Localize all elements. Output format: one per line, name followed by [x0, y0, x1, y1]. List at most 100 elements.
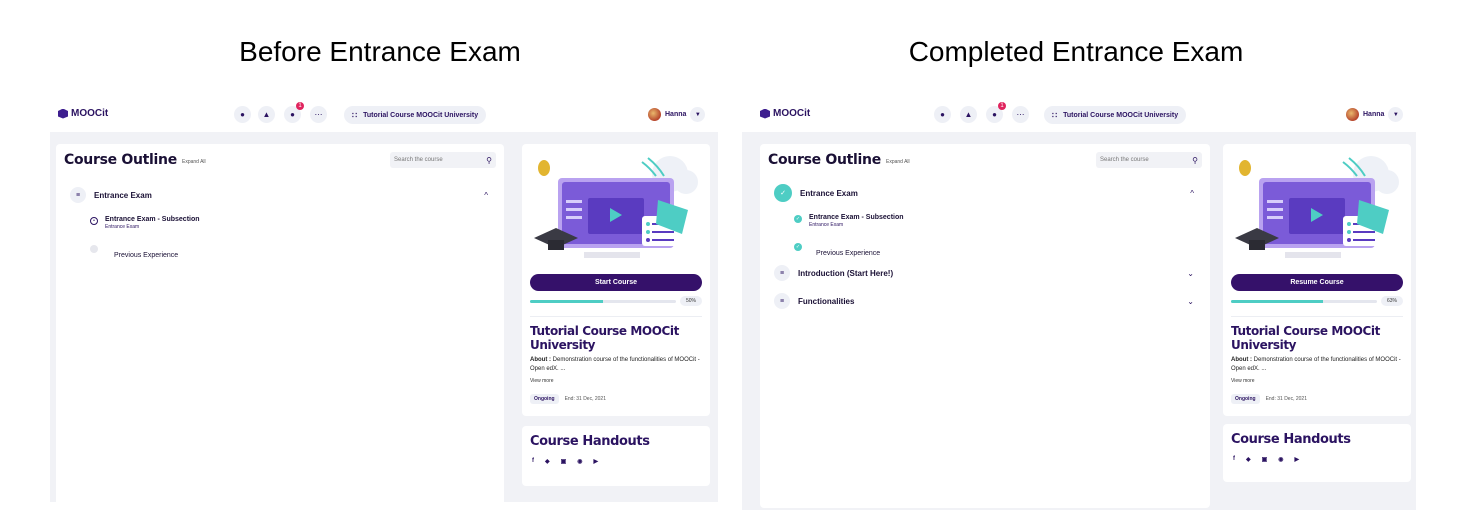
subsection-caption: Entrance Exam [105, 224, 140, 230]
twitter-icon[interactable]: ◆ [1246, 456, 1251, 463]
subsection-previous-experience[interactable]: Previous Experience [90, 244, 178, 262]
section-title: Entrance Exam [94, 190, 152, 200]
facebook-icon[interactable]: f [1233, 456, 1235, 463]
section-title: Entrance Exam [800, 188, 858, 198]
notification-badge: 1 [998, 102, 1006, 110]
search-icon[interactable]: ⚲ [1192, 156, 1198, 165]
course-info-card: Resume Course 63% Tutorial Course MOOCit… [1223, 144, 1411, 416]
chevron-down-icon[interactable]: ▼ [1388, 107, 1404, 122]
pinterest-icon[interactable]: ◉ [577, 458, 582, 465]
start-course-button[interactable]: Start Course [530, 274, 702, 291]
logo[interactable]: MOOCit [760, 108, 810, 119]
caption-before: Before Entrance Exam [239, 36, 521, 67]
avatar [648, 108, 661, 121]
subsection-entrance-exam[interactable]: ✓ Entrance Exam - Subsection Entrance Ex… [794, 214, 904, 228]
logo-icon [760, 108, 770, 119]
youtube-icon[interactable]: ▶ [1295, 456, 1300, 463]
top-navbar: MOOCit ● ▲ ● 1 ⋯ ∷ Tutorial Course MOOCi… [742, 98, 1416, 132]
about-text: Demonstration course of the functionalit… [1231, 357, 1401, 372]
subsection-previous-experience[interactable]: ✓ Previous Experience [794, 242, 880, 260]
youtube-icon[interactable]: ▶ [594, 458, 599, 465]
logo-text: MOOCit [71, 108, 109, 119]
expand-all-link[interactable]: Expand All [886, 159, 910, 165]
trophy-icon[interactable]: ▲ [258, 106, 275, 123]
more-icon[interactable]: ⋯ [1012, 106, 1029, 123]
course-illustration [1235, 156, 1399, 258]
section-entrance-exam[interactable]: ≡ Entrance Exam ^ [70, 186, 494, 204]
caption-after: Completed Entrance Exam [908, 36, 1244, 67]
chevron-down-icon[interactable]: ⌄ [1187, 269, 1194, 278]
status-badge: Ongoing [530, 394, 559, 404]
list-icon: ≡ [774, 293, 790, 309]
course-handouts-card: Course Handouts f ◆ ▣ ◉ ▶ [1223, 424, 1411, 482]
section-title: Functionalities [798, 296, 855, 306]
check-icon: ✓ [794, 215, 802, 223]
course-switcher[interactable]: ∷ Tutorial Course MOOCit University [1044, 106, 1187, 124]
pinterest-icon[interactable]: ◉ [1278, 456, 1283, 463]
bell-icon[interactable]: ● 1 [986, 102, 1006, 123]
instagram-icon[interactable]: ▣ [1262, 456, 1268, 463]
course-info-card: Start Course 50% Tutorial Course MOOCit … [522, 144, 710, 416]
chevron-up-icon[interactable]: ^ [1190, 189, 1194, 198]
user-menu[interactable]: Hanna ▼ [648, 107, 706, 122]
chat-icon[interactable]: ● [234, 106, 251, 123]
course-switch-label: Tutorial Course MOOCit University [363, 111, 479, 119]
handouts-title: Course Handouts [1231, 432, 1351, 447]
subsection-title: Entrance Exam - Subsection [105, 216, 200, 223]
social-links: f ◆ ▣ ◉ ▶ [532, 458, 598, 465]
course-switcher[interactable]: ∷ Tutorial Course MOOCit University [344, 106, 487, 124]
course-illustration [534, 156, 698, 258]
check-icon: ✓ [794, 243, 802, 251]
screenshot-before: MOOCit ● ▲ ● 1 ⋯ ∷ Tutorial Course MOOCi… [50, 98, 718, 502]
expand-all-link[interactable]: Expand All [182, 159, 206, 165]
section-entrance-exam[interactable]: ✓ Entrance Exam ^ [774, 184, 1200, 202]
course-outline-card: Course Outline Expand All Search the cou… [56, 144, 504, 502]
course-status: Ongoing End: 31 Dec, 2021 [530, 394, 606, 404]
logo[interactable]: MOOCit [58, 108, 108, 119]
progress-bar [1231, 300, 1377, 303]
progress-fill [530, 300, 603, 303]
search-input[interactable]: Search the course ⚲ [1096, 152, 1202, 168]
search-icon[interactable]: ⚲ [486, 156, 492, 165]
search-input[interactable]: Search the course ⚲ [390, 152, 496, 168]
target-icon: • [90, 217, 98, 225]
divider [1231, 316, 1403, 317]
progress-bar [530, 300, 676, 303]
about-text: Demonstration course of the functionalit… [530, 357, 700, 372]
view-more-link[interactable]: View more [1231, 378, 1255, 384]
bell-icon[interactable]: ● 1 [284, 102, 304, 123]
grid-icon: ∷ [352, 110, 358, 120]
list-icon: ≡ [774, 265, 790, 281]
section-title: Introduction (Start Here!) [798, 268, 894, 278]
instagram-icon[interactable]: ▣ [561, 458, 567, 465]
end-date: End: 31 Dec, 2021 [564, 396, 606, 402]
section-functionalities[interactable]: ≡ Functionalities ⌄ [774, 292, 1200, 310]
user-name: Hanna [1363, 111, 1385, 118]
view-more-link[interactable]: View more [530, 378, 554, 384]
top-navbar: MOOCit ● ▲ ● 1 ⋯ ∷ Tutorial Course MOOCi… [50, 98, 718, 132]
facebook-icon[interactable]: f [532, 458, 534, 465]
twitter-icon[interactable]: ◆ [545, 458, 550, 465]
resume-course-button[interactable]: Resume Course [1231, 274, 1403, 291]
page-title: Course Outline [64, 152, 177, 168]
social-links: f ◆ ▣ ◉ ▶ [1233, 456, 1299, 463]
grid-icon: ∷ [1052, 110, 1058, 120]
subsection-entrance-exam[interactable]: • Entrance Exam - Subsection Entrance Ex… [90, 216, 200, 230]
chevron-down-icon[interactable]: ⌄ [1187, 297, 1194, 306]
logo-text: MOOCit [773, 108, 811, 119]
chevron-down-icon[interactable]: ▼ [690, 107, 706, 122]
user-name: Hanna [665, 111, 687, 118]
more-icon[interactable]: ⋯ [310, 106, 327, 123]
chevron-up-icon[interactable]: ^ [484, 191, 488, 200]
trophy-icon[interactable]: ▲ [960, 106, 977, 123]
about-label: About : [530, 357, 551, 363]
logo-icon [58, 108, 68, 119]
chat-icon[interactable]: ● [934, 106, 951, 123]
search-placeholder: Search the course [1100, 157, 1149, 163]
handouts-title: Course Handouts [530, 434, 650, 449]
subsection-title: Entrance Exam - Subsection [809, 214, 904, 221]
section-introduction[interactable]: ≡ Introduction (Start Here!) ⌄ [774, 264, 1200, 282]
course-name: Tutorial Course MOOCit University [1231, 324, 1380, 352]
notification-badge: 1 [296, 102, 304, 110]
user-menu[interactable]: Hanna ▼ [1346, 107, 1404, 122]
